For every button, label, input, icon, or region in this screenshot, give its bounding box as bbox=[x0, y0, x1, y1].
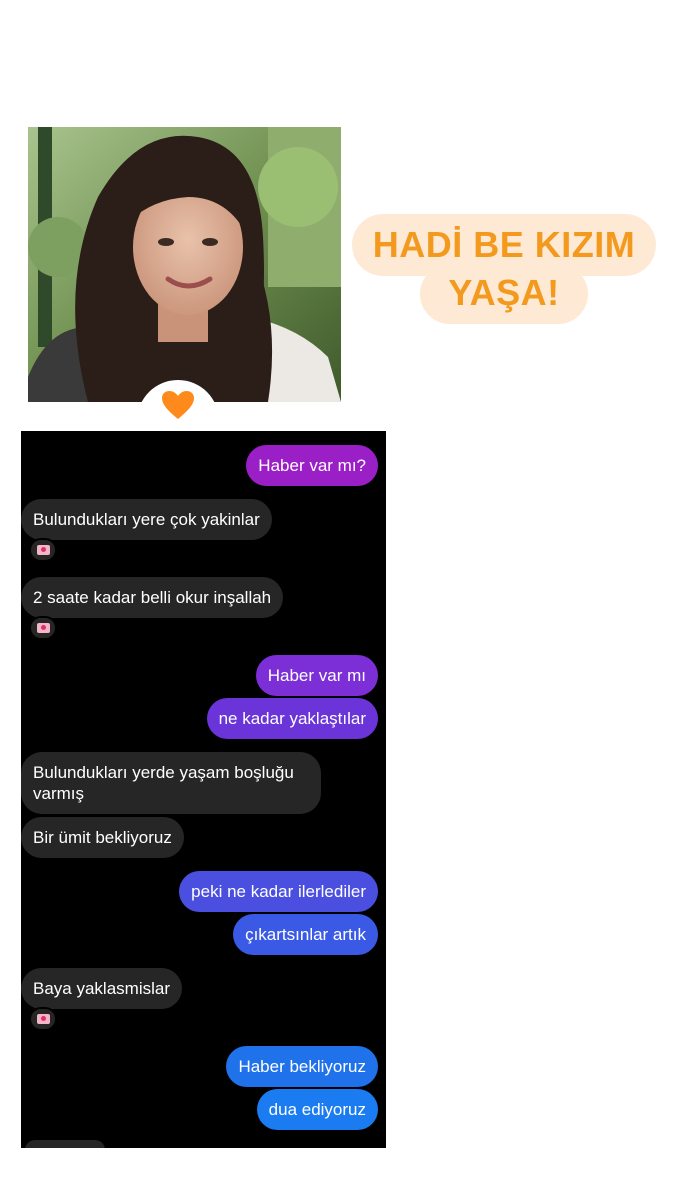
chat-screenshot: Haber var mı? Bulundukları yere çok yaki… bbox=[21, 431, 386, 1148]
love-letter-icon bbox=[29, 616, 57, 640]
sent-message: Haber bekliyoruz bbox=[226, 1046, 378, 1087]
partial-message bbox=[25, 1140, 105, 1148]
received-message: Baya yaklasmislar bbox=[21, 968, 182, 1009]
sent-message: dua ediyoruz bbox=[256, 1089, 378, 1130]
profile-photo bbox=[28, 127, 341, 402]
sent-message: Haber var mı? bbox=[246, 445, 378, 486]
received-message: 2 saate kadar belli okur inşallah bbox=[21, 577, 284, 618]
portrait-image bbox=[28, 127, 341, 402]
love-letter-icon bbox=[29, 538, 57, 562]
sticker-text-line-2: YAŞA! bbox=[420, 264, 588, 324]
received-message: Bir ümit bekliyoruz bbox=[21, 817, 184, 858]
love-letter-icon bbox=[29, 1007, 57, 1031]
sent-message: peki ne kadar ilerlediler bbox=[179, 871, 378, 912]
sent-message: Haber var mı bbox=[255, 655, 378, 696]
sent-message: ne kadar yaklaştılar bbox=[206, 698, 378, 739]
orange-heart-icon bbox=[162, 391, 194, 419]
received-message: Bulundukları yerde yaşam boşluğu varmış bbox=[21, 752, 321, 814]
sent-message: çıkartsınlar artık bbox=[233, 914, 378, 955]
story-page: HADİ BE KIZIM YAŞA! Haber var mı? Bulund… bbox=[0, 0, 675, 1200]
received-message: Bulundukları yere çok yakinlar bbox=[21, 499, 272, 540]
